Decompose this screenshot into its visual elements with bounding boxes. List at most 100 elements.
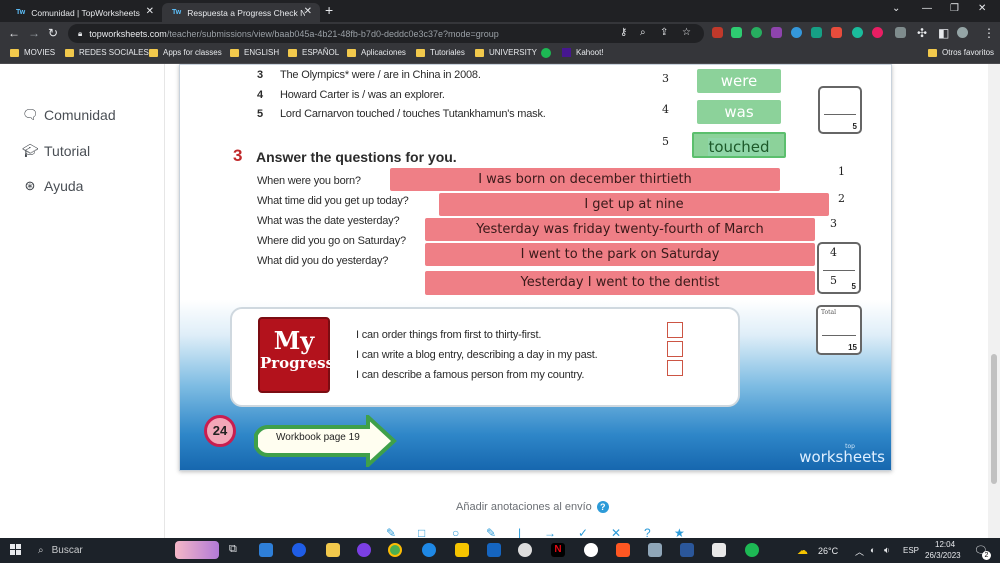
edge-icon[interactable] [422,543,436,557]
extension-icon[interactable] [895,27,906,38]
app-icon[interactable] [518,543,532,557]
app-icon[interactable] [584,543,598,557]
bookmark-apps-for-classes[interactable]: Apps for classes [149,48,222,57]
avatar[interactable] [957,27,968,38]
extension-icon[interactable] [731,27,742,38]
extension-icon[interactable] [852,27,863,38]
mail-icon[interactable] [487,543,501,557]
extension-icon[interactable] [791,27,802,38]
bookmark-otros-favoritos[interactable]: Otros favoritos [928,48,994,57]
square-tool-icon[interactable]: □ [418,526,425,538]
arrow-tool-icon[interactable]: → [544,526,556,538]
zoom-app-icon[interactable] [292,543,306,557]
progress-checkbox[interactable] [667,341,683,357]
app-icon[interactable] [259,543,273,557]
bookmark-star-icon[interactable]: ☆ [682,27,691,38]
answer-field-incorrect[interactable]: I went to the park on Saturday [425,243,815,266]
tab-comunidad[interactable]: Tw Comunidad | TopWorksheets ✕ [6,3,162,22]
language-indicator[interactable]: ESP [903,546,919,555]
close-tab-icon[interactable]: ✕ [304,6,312,17]
side-panel-icon[interactable]: ◧ [938,26,949,40]
bookmark-tutoriales[interactable]: Tutoriales [416,48,465,57]
star-tool-icon[interactable]: ★ [674,526,685,538]
share-icon[interactable]: ⇪ [660,27,668,38]
menu-kebab-icon[interactable]: ⋮ [983,26,995,40]
clock-time[interactable]: 12:04 [935,540,955,549]
scrollbar-thumb[interactable] [991,354,997,484]
bookmark-movies[interactable]: MOVIES [10,48,55,57]
tab-respuesta[interactable]: Tw Respuesta a Progress Check NM ✕ [162,3,320,22]
calculator-icon[interactable] [648,543,662,557]
extensions-puzzle-icon[interactable]: ✣ [917,26,927,40]
page-scrollbar[interactable] [988,64,1000,538]
task-view-icon[interactable]: ⧉ [229,543,243,557]
bookmark-university[interactable]: UNIVERSITY [475,48,537,57]
progress-checkbox[interactable] [667,322,683,338]
bookmark-espanol[interactable]: ESPAÑOL [288,48,339,57]
app-icon[interactable] [455,543,469,557]
app-icon[interactable] [712,543,726,557]
weather-temp[interactable]: 26°C [818,546,838,556]
new-tab-icon[interactable]: + [325,2,333,18]
word-icon[interactable] [680,543,694,557]
file-explorer-icon[interactable] [326,543,340,557]
app-icon[interactable] [357,543,371,557]
answer-field-incorrect[interactable]: I get up at nine [439,193,829,216]
clock-date[interactable]: 26/3/2023 [925,551,961,560]
network-icon[interactable]: ◐ [870,545,875,555]
bookmark-english[interactable]: ENGLISH [230,48,279,57]
tab-search-icon[interactable]: ⌄ [892,3,900,14]
tray-chevron-icon[interactable]: ︿ [855,545,864,558]
minimize-icon[interactable]: — [922,3,932,14]
address-bar[interactable]: 🔒︎ topworksheets.com /teacher/submission… [68,24,704,43]
key-icon[interactable]: ⚷ [620,27,627,38]
progress-checkbox[interactable] [667,360,683,376]
marker-tool-icon[interactable]: ✎ [486,526,496,538]
maximize-icon[interactable]: ❐ [950,3,959,14]
reload-icon[interactable]: ↻ [48,26,58,40]
help-icon[interactable]: ? [596,501,609,513]
windows-taskbar: ⌕ Buscar ⧉ N ☁ 26°C ︿ ◐ 🔉︎ ESP 12:04 26/… [0,538,1000,563]
cross-tool-icon[interactable]: ✕ [611,526,621,538]
score-max: 5 [851,282,856,291]
weather-icon[interactable]: ☁ [797,544,808,557]
netflix-icon[interactable]: N [551,543,565,557]
answer-field-selected[interactable]: touched [692,132,786,158]
sidebar-item-ayuda[interactable]: ⊛ Ayuda [22,178,84,194]
answer-field-correct[interactable]: was [697,100,781,124]
exercise-sentence: The Olympics* were / are in China in 200… [280,69,481,81]
taskbar-search[interactable]: ⌕ Buscar [30,538,220,563]
answer-field-incorrect[interactable]: Yesterday was friday twenty-fourth of Ma… [425,218,815,241]
volume-icon[interactable]: 🔉︎ [884,545,890,556]
sidebar-item-comunidad[interactable]: 🗨︎ Comunidad [22,107,116,123]
chrome-icon[interactable] [388,543,402,557]
zoom-icon[interactable]: ⌕ [640,27,646,38]
extension-icon[interactable] [831,27,842,38]
check-tool-icon[interactable]: ✓ [578,526,588,538]
circle-tool-icon[interactable]: ○ [452,526,459,538]
sidebar-item-tutorial[interactable]: 🎓︎ Tutorial [22,143,90,159]
back-icon[interactable]: ← [8,26,20,40]
extension-icon[interactable] [811,27,822,38]
bookmark-aplicaciones[interactable]: Aplicaciones [347,48,406,57]
answer-field-incorrect[interactable]: I was born on december thirtieth [390,168,780,191]
answer-field-incorrect[interactable]: Yesterday I went to the dentist [425,271,815,295]
bookmark-kahoot[interactable]: Kahoot! [562,48,604,57]
extension-icon[interactable] [771,27,782,38]
bookmark-redes-sociales[interactable]: REDES SOCIALES [65,48,149,57]
bookmark-spotify[interactable] [541,48,551,58]
spotify-icon[interactable] [745,543,759,557]
extension-icon[interactable] [751,27,762,38]
pen-tool-icon[interactable]: ✎ [386,526,396,538]
extension-icon[interactable] [712,27,723,38]
question-tool-icon[interactable]: ? [644,526,651,538]
extension-icon[interactable] [872,27,883,38]
exercise-number: 3 [233,146,243,165]
app-icon[interactable] [616,543,630,557]
forward-icon[interactable]: → [28,26,40,40]
answer-field-correct[interactable]: were [697,69,781,93]
windows-start-icon[interactable] [10,544,22,556]
close-tab-icon[interactable]: ✕ [146,6,154,17]
close-window-icon[interactable]: ✕ [978,3,986,14]
line-tool-icon[interactable]: | [518,526,521,538]
